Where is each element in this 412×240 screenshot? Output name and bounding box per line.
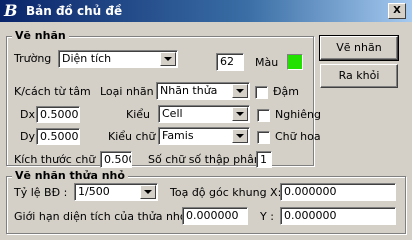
window-title: Bản đồ chủ đề [26, 4, 123, 18]
dx-label: Dx [20, 108, 35, 121]
ty-le-label: Tỷ lệ BĐ : [14, 186, 68, 199]
mau-label: Màu [255, 56, 279, 69]
ty-le-select[interactable]: 1/500 [74, 183, 158, 201]
chevron-down-icon [160, 52, 176, 66]
loai-nhan-select[interactable]: Nhãn thửa [156, 82, 250, 100]
size-field[interactable]: 62 [216, 53, 244, 71]
title-bar: B Bản đồ chủ đề X [0, 0, 412, 22]
dy-field[interactable]: 0.5000 [36, 128, 80, 145]
gioi-han-label: Giới hạn diện tích của thửa nhỏ : [14, 210, 194, 223]
so-chu-so-field[interactable]: 1 [256, 151, 272, 168]
truong-select[interactable]: Diện tích [58, 50, 178, 68]
y-field[interactable]: 0.000000 [280, 207, 396, 225]
ra-khoi-button[interactable]: Ra khỏi [320, 64, 398, 88]
chu-hoa-checkbox[interactable] [257, 131, 270, 144]
kich-thuoc-label: Kích thước chữ [14, 153, 96, 166]
kieu-chu-select[interactable]: Famis [158, 127, 250, 145]
chu-hoa-label: Chữ hoa [275, 130, 321, 143]
chevron-down-icon [232, 107, 248, 121]
y-label: Y : [260, 210, 274, 223]
color-swatch[interactable] [287, 54, 303, 70]
truong-label: Trường [14, 52, 52, 65]
dam-label: Đậm [273, 85, 299, 98]
dx-field[interactable]: 0.5000 [36, 106, 80, 123]
gioi-han-field[interactable]: 0.000000 [182, 207, 248, 225]
kieu-chu-label: Kiểu chữ [108, 130, 156, 143]
x-field[interactable]: 0.000000 [280, 183, 396, 201]
chevron-down-icon [232, 129, 248, 143]
ve-nhan-button[interactable]: Vẽ nhãn [319, 35, 399, 61]
kieu-select[interactable]: Cell [158, 105, 250, 123]
close-button[interactable]: X [388, 3, 406, 19]
dam-checkbox[interactable] [255, 86, 268, 99]
ve-nhan-thua-nho-group-title: Vẽ nhãn thửa nhỏ [12, 169, 128, 182]
ve-nhan-group-title: Vẽ nhãn [12, 29, 69, 42]
nghieng-label: Nghiêng [275, 108, 321, 121]
kich-thuoc-field[interactable]: 0.500 [100, 151, 132, 168]
app-icon: B [4, 1, 18, 20]
chevron-down-icon [140, 185, 156, 199]
so-chu-so-label: Số chữ số thập phân [148, 153, 261, 166]
dy-label: Dy [20, 130, 35, 143]
kieu-label: Kiểu [126, 108, 151, 121]
kcach-label: K/cách từ tâm [14, 85, 91, 98]
chevron-down-icon [232, 84, 248, 98]
loai-nhan-label: Loại nhãn [100, 85, 154, 98]
nghieng-checkbox[interactable] [257, 109, 270, 122]
toa-do-label: Toạ độ góc khung X: [170, 186, 282, 199]
